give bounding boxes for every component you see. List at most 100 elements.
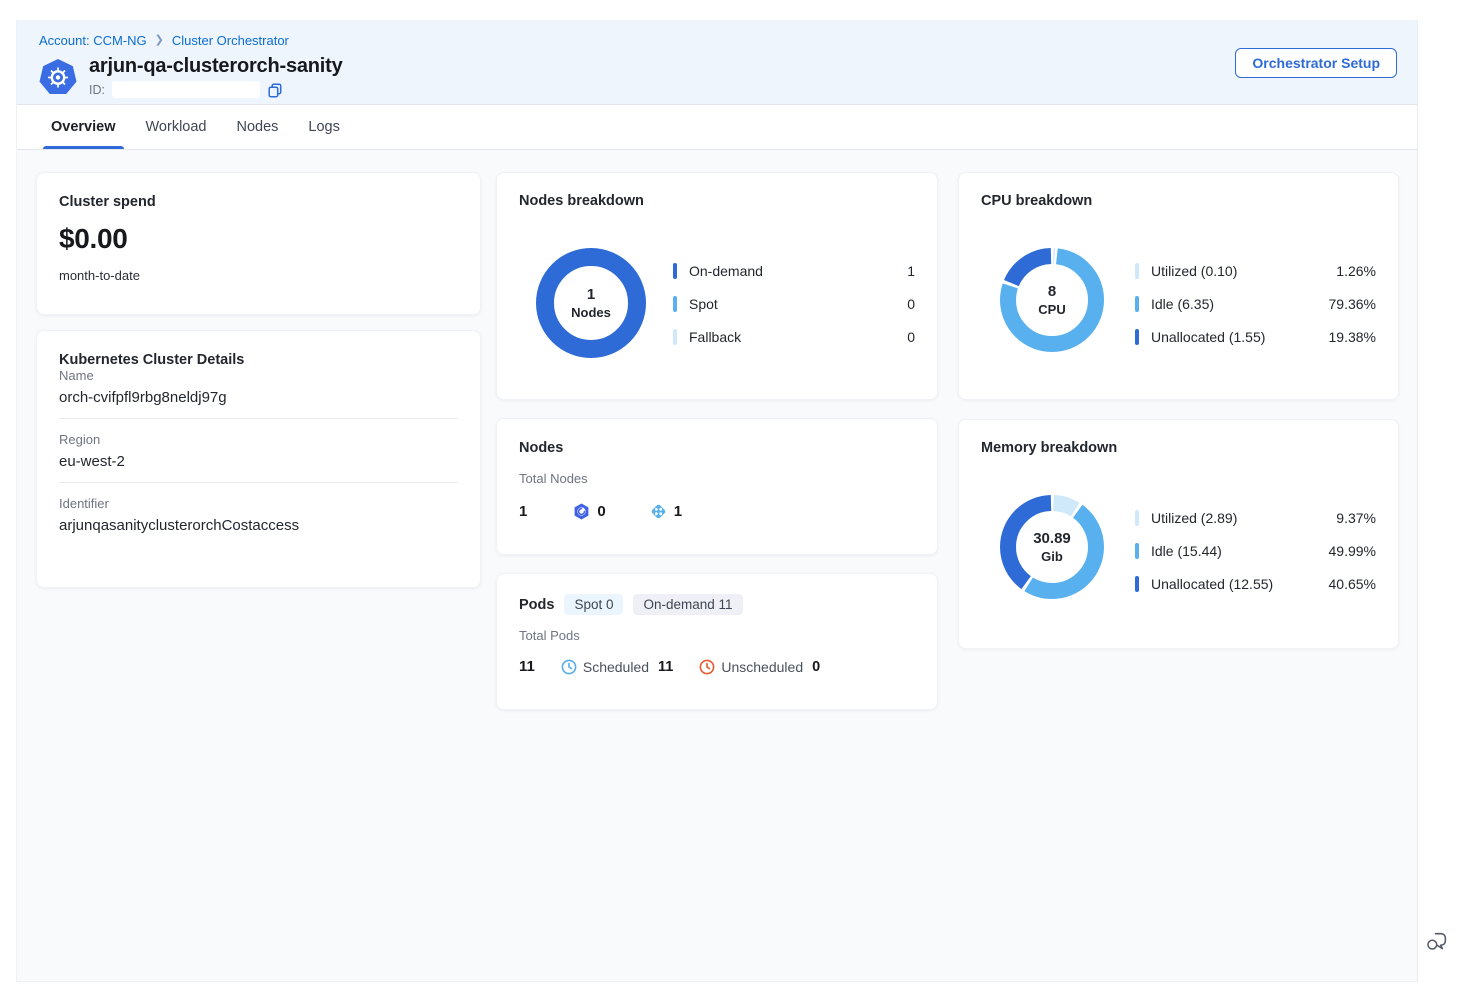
orchestrator-setup-button[interactable]: Orchestrator Setup [1235, 48, 1397, 78]
legend-label: On-demand [689, 263, 763, 279]
detail-name-value: orch-cvifpfl9rbg8neldj97g [59, 389, 458, 406]
legend-label: Unallocated (1.55) [1151, 329, 1265, 345]
nodes-breakdown-donut: 1 Nodes [536, 248, 646, 358]
cpu-breakdown-donut: 8 CPU [1000, 248, 1104, 352]
total-pods-count: 11 [519, 658, 535, 675]
donut-center-value: 8 [1048, 283, 1056, 300]
tab-logs[interactable]: Logs [308, 105, 339, 149]
legend-value: 79.36% [1329, 296, 1376, 312]
unscheduled-clock-icon [699, 659, 715, 675]
legend-row: Idle (6.35) 79.36% [1135, 294, 1376, 314]
tab-overview[interactable]: Overview [51, 105, 116, 149]
legend-marker [1135, 576, 1139, 592]
cluster-details-card: Kubernetes Cluster Details Name orch-cvi… [36, 330, 481, 588]
scheduled-count: 11 [658, 659, 673, 675]
legend-label: Idle (15.44) [1151, 543, 1222, 559]
legend-value: 9.37% [1336, 510, 1376, 526]
chevron-right-icon: ❯ [155, 33, 164, 46]
total-nodes-label: Total Nodes [519, 471, 915, 486]
page-header: Account: CCM-NG ❯ Cluster Orchestrator [17, 20, 1417, 104]
cluster-details-title: Kubernetes Cluster Details [59, 352, 458, 368]
total-pods-label: Total Pods [519, 628, 915, 643]
unscheduled-count: 0 [812, 659, 820, 675]
donut-center-label: Nodes [571, 305, 611, 320]
detail-region-value: eu-west-2 [59, 453, 458, 470]
breadcrumb-section-link[interactable]: Cluster Orchestrator [172, 33, 289, 48]
legend-label: Utilized (0.10) [1151, 263, 1237, 279]
unscheduled-label: Unscheduled [721, 659, 803, 675]
donut-center-label: Gib [1041, 549, 1063, 564]
memory-breakdown-card: Memory breakdown 30.89 Gib Utilized (2.8… [958, 419, 1399, 649]
legend-row: Utilized (2.89) 9.37% [1135, 508, 1376, 528]
spot-node-icon [573, 503, 590, 520]
legend-value: 40.65% [1329, 576, 1376, 592]
detail-name-label: Name [59, 368, 458, 383]
breadcrumb-account-link[interactable]: Account: CCM-NG [39, 33, 147, 48]
overview-content: Cluster spend $0.00 month-to-date Kubern… [17, 150, 1417, 710]
memory-breakdown-legend: Utilized (2.89) 9.37% Idle (15.44) 49.99… [1135, 508, 1376, 594]
nodes-breakdown-legend: On-demand 1 Spot 0 Fallback 0 [673, 261, 915, 347]
donut-center-label: CPU [1038, 302, 1065, 317]
ondemand-pods-badge: On-demand 11 [633, 594, 742, 615]
legend-marker [1135, 296, 1139, 312]
ondemand-nodes-count: 1 [674, 503, 682, 520]
legend-row: Fallback 0 [673, 327, 915, 347]
cluster-id-label: ID: [89, 83, 105, 97]
tab-bar: Overview Workload Nodes Logs [17, 104, 1417, 150]
chat-help-icon[interactable] [1424, 929, 1449, 954]
nodes-card-title: Nodes [519, 440, 915, 456]
legend-marker [1135, 263, 1139, 279]
detail-region-label: Region [59, 432, 458, 447]
legend-value: 1 [907, 263, 915, 279]
legend-marker [673, 296, 677, 312]
scheduled-clock-icon [561, 659, 577, 675]
cluster-id-value [112, 81, 260, 98]
legend-label: Idle (6.35) [1151, 296, 1214, 312]
cluster-spend-card: Cluster spend $0.00 month-to-date [36, 172, 481, 315]
nodes-card: Nodes Total Nodes 1 0 [496, 418, 938, 555]
legend-label: Utilized (2.89) [1151, 510, 1237, 526]
total-nodes-count: 1 [519, 503, 527, 520]
page-title: arjun-qa-clusterorch-sanity [89, 55, 343, 78]
cpu-breakdown-legend: Utilized (0.10) 1.26% Idle (6.35) 79.36%… [1135, 261, 1376, 347]
memory-breakdown-donut: 30.89 Gib [1000, 495, 1104, 599]
legend-row: Spot 0 [673, 294, 915, 314]
cpu-breakdown-title: CPU breakdown [981, 193, 1376, 209]
ondemand-node-icon [650, 503, 667, 520]
tab-workload[interactable]: Workload [146, 105, 207, 149]
cpu-breakdown-card: CPU breakdown 8 CPU Utilized (0.10) 1.26… [958, 172, 1399, 400]
legend-row: Utilized (0.10) 1.26% [1135, 261, 1376, 281]
pods-card: Pods Spot 0 On-demand 11 Total Pods 11 S… [496, 573, 938, 710]
legend-value: 0 [907, 296, 915, 312]
legend-label: Spot [689, 296, 718, 312]
tab-nodes[interactable]: Nodes [236, 105, 278, 149]
nodes-breakdown-card: Nodes breakdown 1 Nodes On-demand 1 [496, 172, 938, 400]
kubernetes-icon [39, 58, 77, 96]
spot-nodes-count: 0 [597, 503, 605, 520]
legend-value: 19.38% [1329, 329, 1376, 345]
legend-value: 0 [907, 329, 915, 345]
legend-row: Unallocated (12.55) 40.65% [1135, 574, 1376, 594]
cluster-spend-title: Cluster spend [59, 194, 458, 210]
legend-marker [673, 329, 677, 345]
legend-label: Fallback [689, 329, 741, 345]
legend-row: Idle (15.44) 49.99% [1135, 541, 1376, 561]
nodes-breakdown-title: Nodes breakdown [519, 193, 915, 209]
donut-center-value: 1 [587, 286, 595, 303]
copy-icon[interactable] [267, 82, 283, 98]
cluster-spend-amount: $0.00 [59, 223, 458, 255]
main-panel: Account: CCM-NG ❯ Cluster Orchestrator [16, 20, 1418, 982]
divider [59, 482, 458, 483]
spot-pods-badge: Spot 0 [564, 594, 623, 615]
legend-marker [1135, 543, 1139, 559]
donut-center-value: 30.89 [1033, 530, 1071, 547]
divider [59, 418, 458, 419]
legend-marker [1135, 510, 1139, 526]
scheduled-label: Scheduled [583, 659, 649, 675]
legend-value: 49.99% [1329, 543, 1376, 559]
memory-breakdown-title: Memory breakdown [981, 440, 1376, 456]
legend-label: Unallocated (12.55) [1151, 576, 1273, 592]
cluster-spend-period: month-to-date [59, 268, 458, 283]
legend-marker [1135, 329, 1139, 345]
legend-row: On-demand 1 [673, 261, 915, 281]
